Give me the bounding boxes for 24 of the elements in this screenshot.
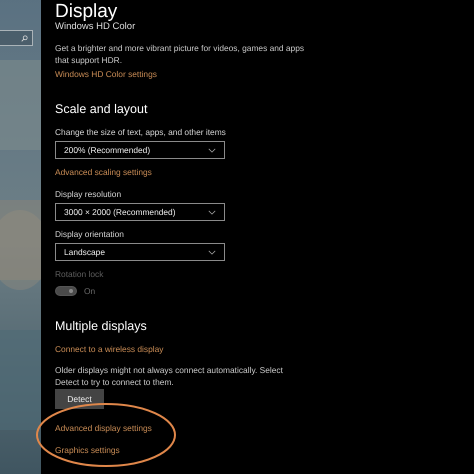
chevron-icon [208,148,216,152]
dropdown[interactable]: 3000 × 2000 (Recommended) [55,203,225,221]
chevron-icon [208,210,216,214]
dropdown[interactable]: Landscape [55,243,225,261]
field-label: Change the size of text, apps, and other items [55,126,227,138]
description-text: Get a brighter and more vibrant picture for videos, games and apps that support HDR. [55,42,305,66]
field-label: Display orientation [55,228,125,240]
settings-link[interactable]: Advanced display settings [55,423,152,433]
section-heading: Scale and layout [55,101,148,117]
chevron-icon [208,250,216,254]
search-icon [21,34,28,42]
settings-link[interactable]: Windows HD Color settings [55,69,157,79]
search-field[interactable] [0,30,33,46]
dropdown[interactable]: 200% (Recommended) [55,141,225,159]
detect-button[interactable]: Detect [55,389,104,409]
toggle-label: On [84,285,96,297]
field-label: Rotation lock [55,268,104,280]
settings-link[interactable]: Connect to a wireless display [55,344,164,354]
section-heading: Windows HD Color [55,21,136,33]
description-text: Older displays might not always connect automatically. Select Detect to try to connect to them. [55,364,284,388]
field-label: Display resolution [55,188,122,200]
settings-link[interactable]: Advanced scaling settings [55,167,152,177]
section-heading: Multiple displays [55,318,148,334]
settings-link[interactable]: Graphics settings [55,445,120,455]
